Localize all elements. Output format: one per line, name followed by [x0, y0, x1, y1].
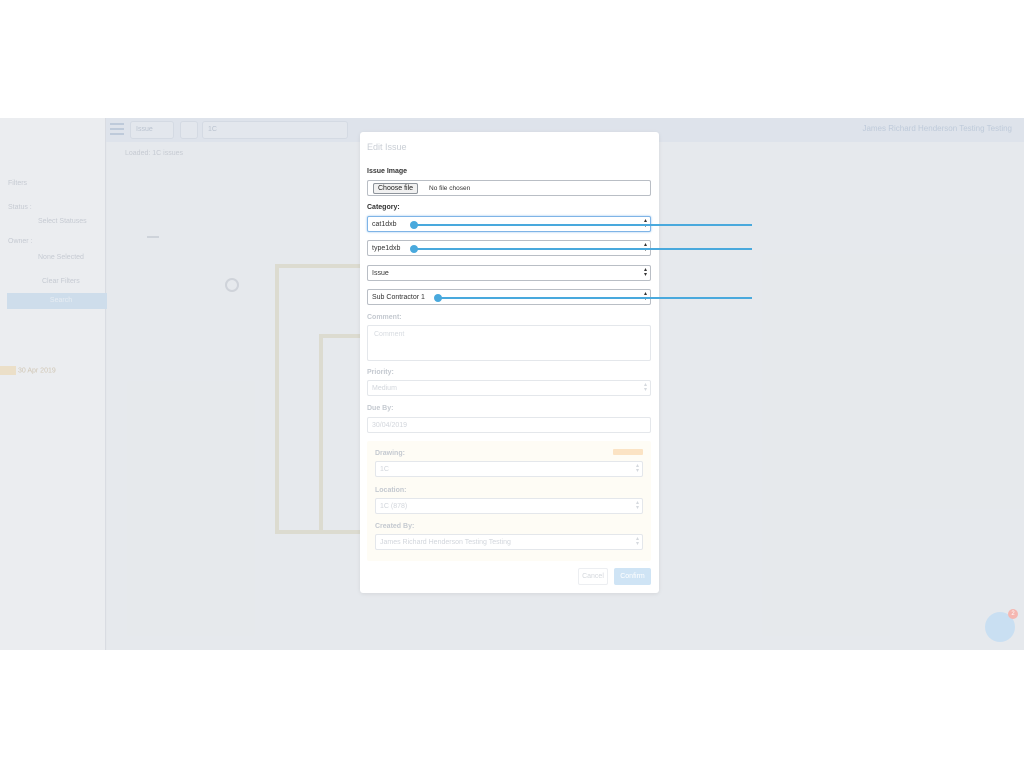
- priority-value: Medium: [372, 385, 397, 392]
- chat-badge: 2: [1008, 609, 1018, 619]
- pointer-dot: [410, 221, 418, 229]
- modal-title: Edit Issue: [367, 142, 407, 152]
- issue-kind-value: Issue: [372, 270, 389, 277]
- due-by-label: Due By:: [367, 405, 394, 412]
- pointer-subcontractor: [434, 294, 752, 302]
- priority-label: Priority:: [367, 369, 394, 376]
- select-arrows-icon: ▴ ▾: [643, 267, 647, 278]
- select-arrows-icon: ▴ ▾: [635, 536, 639, 547]
- issue-image-label: Issue Image: [367, 168, 408, 175]
- due-by-input[interactable]: 30/04/2019: [367, 417, 651, 433]
- confirm-button[interactable]: Confirm: [614, 568, 651, 585]
- location-label: Location:: [375, 487, 407, 494]
- drawing-value: 1C: [380, 466, 389, 473]
- pointer-dot: [410, 245, 418, 253]
- edit-issue-modal: Edit Issue Issue Image Choose file No fi…: [360, 132, 659, 593]
- select-arrows-icon: ▴ ▾: [635, 463, 639, 474]
- issue-kind-select[interactable]: Issue ▴ ▾: [367, 265, 651, 281]
- drawing-label: Drawing:: [375, 450, 405, 457]
- file-status: No file chosen: [429, 185, 471, 192]
- category-value: cat1dxb: [372, 221, 397, 228]
- pointer-category: [410, 221, 752, 229]
- pointer-type: [410, 245, 752, 253]
- subcontractor-value: Sub Contractor 1: [372, 294, 425, 301]
- created-by-label: Created By:: [375, 523, 415, 530]
- created-by-select[interactable]: James Richard Henderson Testing Testing …: [375, 534, 643, 550]
- location-panel: Drawing: 1C ▴ ▾ Location: 1C (878) ▴ ▾ Cre…: [367, 441, 651, 561]
- cancel-button[interactable]: Cancel: [578, 568, 608, 585]
- priority-select[interactable]: Medium ▴ ▾: [367, 380, 651, 396]
- type-value: type1dxb: [372, 245, 401, 252]
- select-arrows-icon: ▴ ▾: [635, 500, 639, 511]
- panel-badge: [613, 449, 643, 455]
- comment-textarea[interactable]: Comment: [367, 325, 651, 361]
- location-value: 1C (878): [380, 503, 408, 510]
- comment-label: Comment:: [367, 314, 402, 321]
- location-select[interactable]: 1C (878) ▴ ▾: [375, 498, 643, 514]
- issue-image-input[interactable]: Choose file No file chosen: [367, 180, 651, 196]
- category-label: Category:: [367, 204, 400, 211]
- pointer-dot: [434, 294, 442, 302]
- chat-bubble-icon[interactable]: 2: [985, 609, 1018, 642]
- select-arrows-icon: ▴ ▾: [643, 382, 647, 393]
- created-by-value: James Richard Henderson Testing Testing: [380, 539, 511, 546]
- drawing-select-modal[interactable]: 1C ▴ ▾: [375, 461, 643, 477]
- choose-file-button[interactable]: Choose file: [373, 183, 419, 194]
